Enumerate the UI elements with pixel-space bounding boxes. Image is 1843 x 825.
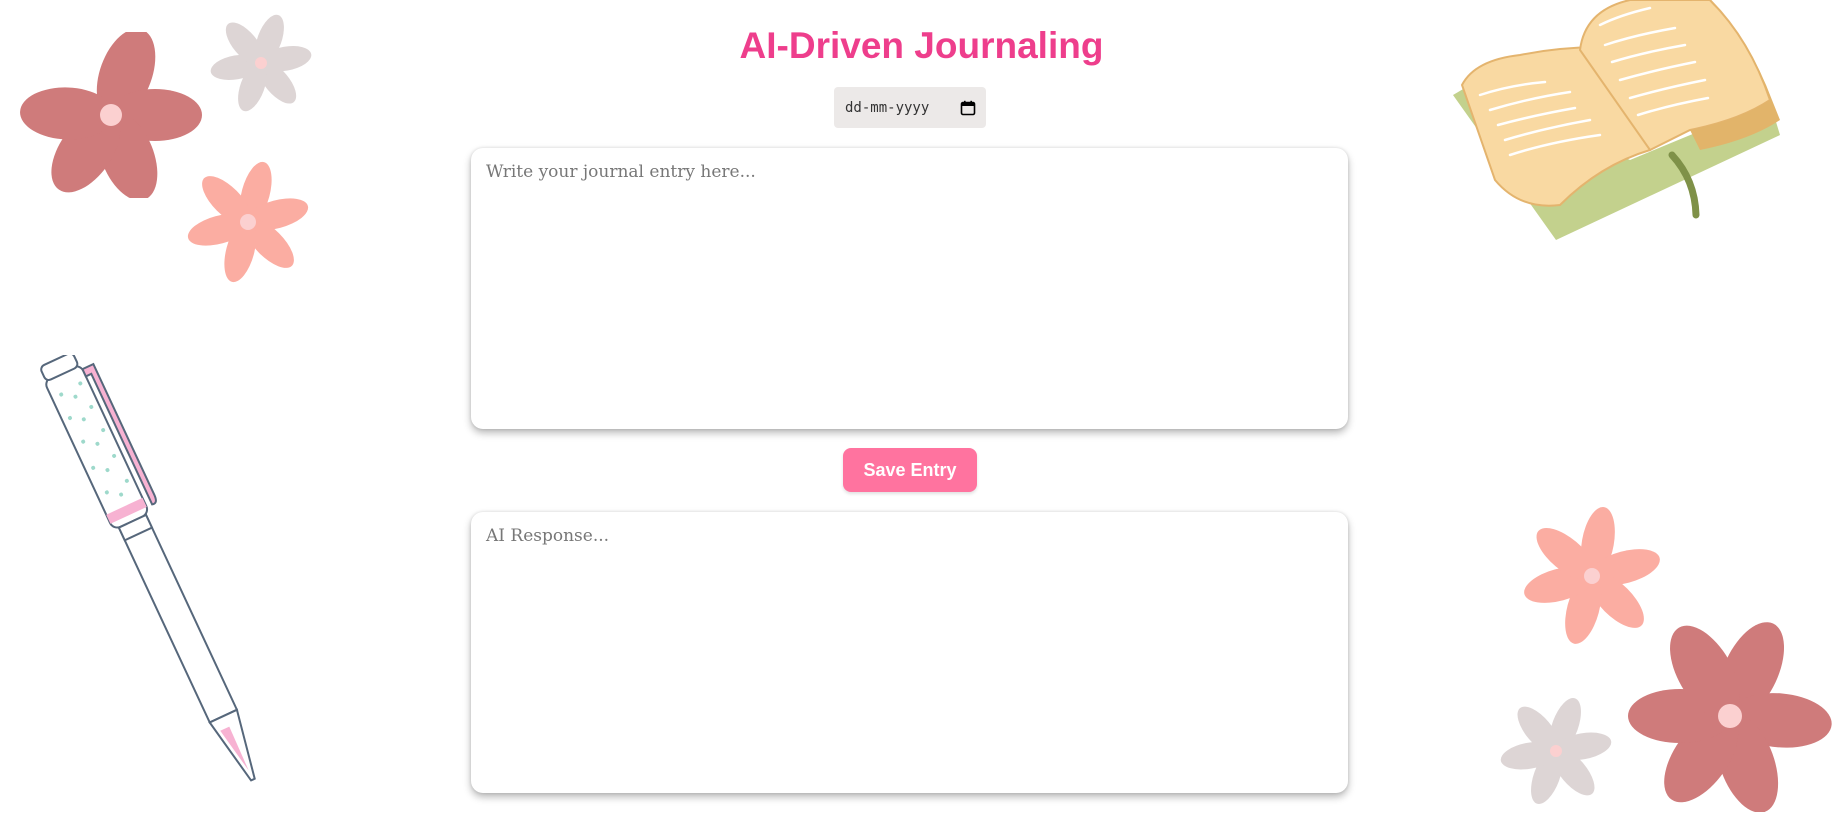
flower-icon xyxy=(20,32,202,198)
journal-entry-card xyxy=(471,148,1348,429)
flower-icon xyxy=(1500,698,1612,804)
flower-icon xyxy=(210,14,312,112)
date-placeholder: dd-mm-yyyy xyxy=(845,99,930,116)
flower-icon xyxy=(1628,622,1832,812)
ai-response-textarea[interactable] xyxy=(471,512,1348,793)
calendar-icon[interactable] xyxy=(960,100,976,116)
date-input[interactable]: dd-mm-yyyy xyxy=(834,87,986,128)
flower-icon xyxy=(187,161,309,283)
open-book-icon xyxy=(1453,0,1780,240)
journal-entry-textarea[interactable] xyxy=(471,148,1348,429)
pen-icon xyxy=(40,355,256,782)
save-entry-button[interactable]: Save Entry xyxy=(843,448,977,492)
ai-response-card xyxy=(471,512,1348,793)
